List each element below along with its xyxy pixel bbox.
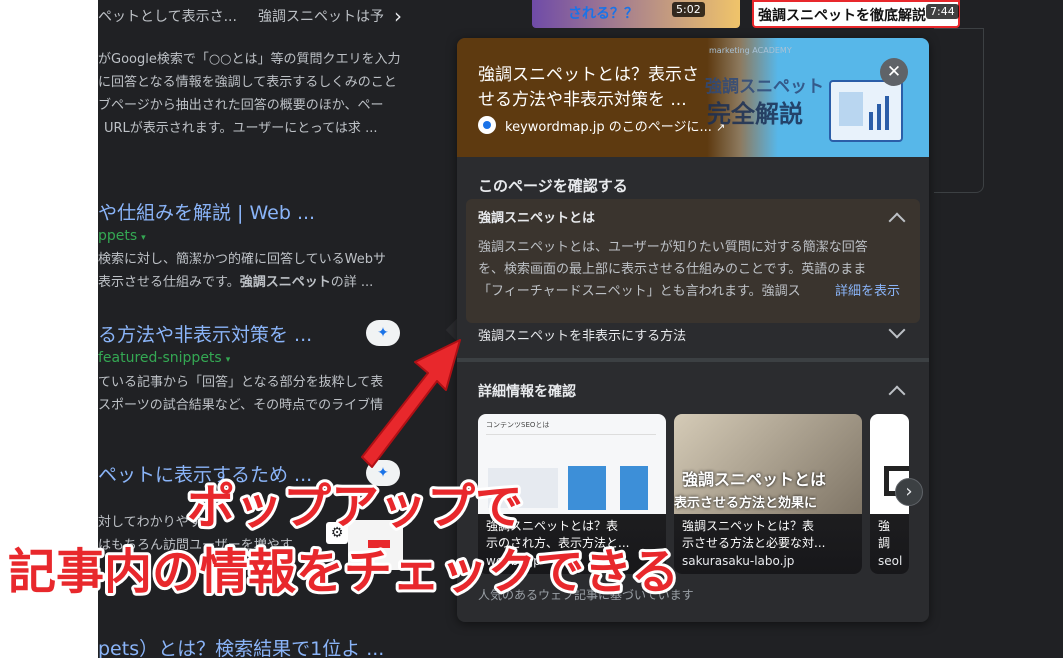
annotation-line: ポップアップで bbox=[187, 479, 523, 535]
screenshot: ペットとして表示さ... 強調スニペットは予 › がGoogle検索で「○○とは… bbox=[0, 0, 1063, 658]
annotation-caption: ポップアップで 記事内の情報をチェックできる bbox=[5, 476, 682, 603]
annotation-line: 記事内の情報をチェックできる bbox=[8, 544, 679, 600]
